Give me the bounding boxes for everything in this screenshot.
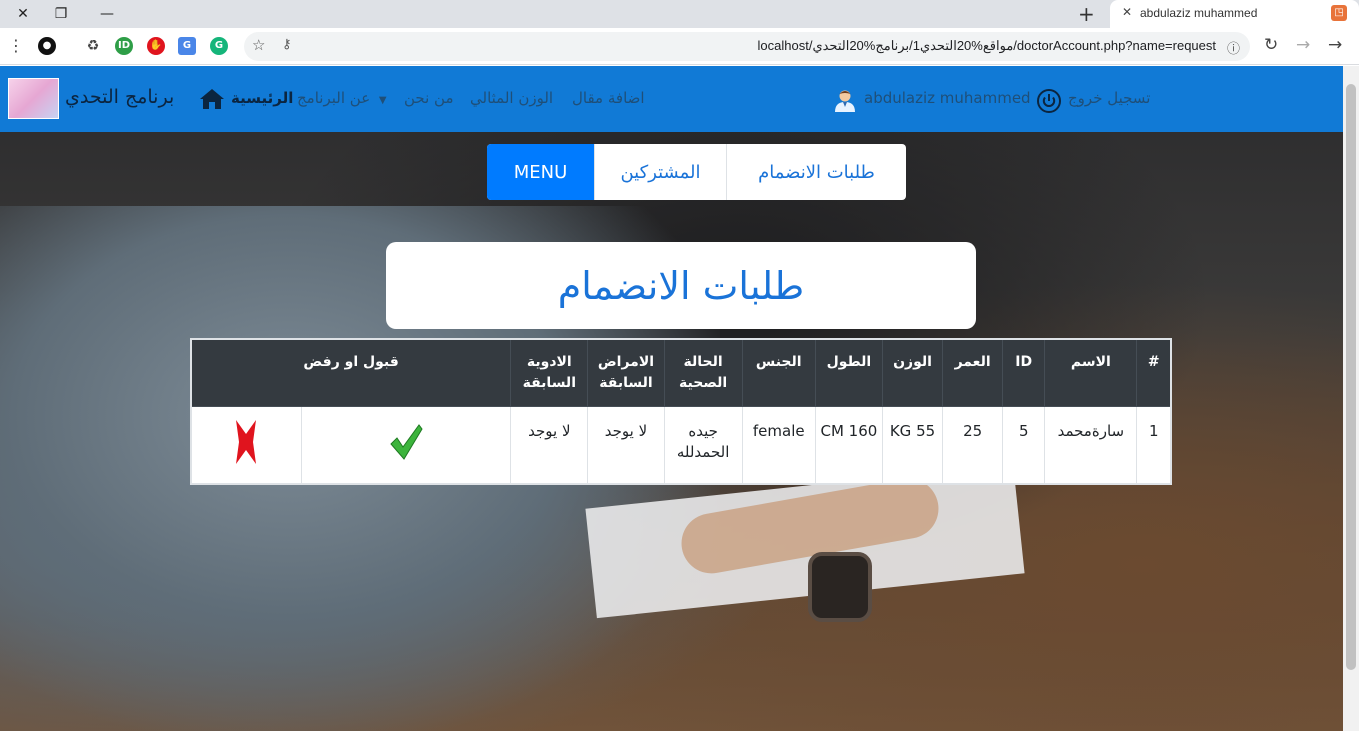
extension-adblock-icon[interactable]: ✋ xyxy=(147,37,165,55)
cell-medicines: لا يوجد xyxy=(510,405,589,485)
reject-x-icon[interactable] xyxy=(233,418,259,466)
nav-ideal-weight[interactable]: الوزن المثالي xyxy=(470,89,553,107)
extension-recycle-icon[interactable]: ♻ xyxy=(84,37,102,55)
page-title: طلبات الانضمام xyxy=(557,263,805,308)
extension-translate-icon[interactable]: G xyxy=(178,37,196,55)
cell-diseases: لا يوجد xyxy=(587,405,665,485)
home-icon[interactable] xyxy=(199,88,225,110)
cell-name: سارةمحمد xyxy=(1044,405,1138,485)
cell-num: 1 xyxy=(1136,405,1172,485)
header-decision: قبول او رفض xyxy=(190,338,512,407)
back-icon[interactable]: → xyxy=(1328,35,1342,55)
header-age: العمر xyxy=(942,338,1004,407)
nav-about-dropdown[interactable]: عن البرنامج ▼ xyxy=(297,89,387,107)
password-key-icon[interactable]: ⚷ xyxy=(282,37,292,52)
browser-tab-bar: ✕ ❐ — + ✕ abdulaziz muhammed ◳ xyxy=(0,0,1359,28)
nav-home[interactable]: الرئيسية xyxy=(231,89,293,107)
extension-idm-icon[interactable]: ID xyxy=(115,37,133,55)
header-num: # xyxy=(1136,338,1172,407)
page-content: برنامج التحدي الرئيسية عن البرنامج ▼ من … xyxy=(0,66,1343,731)
tab-join-requests[interactable]: طلبات الانضمام xyxy=(726,144,906,200)
header-id: ID xyxy=(1002,338,1046,407)
background-watch xyxy=(808,552,872,622)
nav-user[interactable]: abdulaziz muhammed xyxy=(864,89,1031,107)
address-bar[interactable]: ☆ ⚷ localhost/مواقع%20التحدي1/برنامج%20ا… xyxy=(244,32,1250,61)
bookmark-star-icon[interactable]: ☆ xyxy=(252,36,265,54)
cell-age: 25 xyxy=(942,405,1004,485)
browser-toolbar: ⋮ ● ♻ ID ✋ G G ☆ ⚷ localhost/مواقع%20الت… xyxy=(0,28,1359,65)
caret-down-icon: ▼ xyxy=(378,95,387,106)
nav-who[interactable]: من نحن xyxy=(404,89,454,107)
nav-about-label: عن البرنامج xyxy=(297,89,371,107)
accept-check-icon[interactable] xyxy=(389,423,423,461)
tab-favicon-icon: ◳ xyxy=(1331,5,1347,21)
table-header-row: # الاسم ID العمر الوزن الطول الجنس الحال… xyxy=(190,338,1172,407)
power-icon[interactable] xyxy=(1036,88,1062,114)
doctor-avatar-icon xyxy=(835,90,855,112)
nav-logout[interactable]: تسجيل خروج xyxy=(1068,89,1150,107)
header-name: الاسم xyxy=(1044,338,1138,407)
menu-button[interactable]: MENU xyxy=(487,144,594,200)
page-scrollbar[interactable] xyxy=(1343,66,1359,731)
reload-icon[interactable]: ↻ xyxy=(1264,35,1278,55)
header-height: الطول xyxy=(814,338,883,407)
page-title-box: طلبات الانضمام xyxy=(386,242,976,329)
reject-cell xyxy=(190,405,302,485)
url-text[interactable]: localhost/مواقع%20التحدي1/برنامج%20التحد… xyxy=(758,38,1216,54)
cell-id: 5 xyxy=(1002,405,1046,485)
header-health: الحالة الصحية xyxy=(663,338,743,407)
nav-add-article[interactable]: اضافة مقال xyxy=(572,89,645,107)
header-medicines: الادوية السابقة xyxy=(510,338,589,407)
table-row: 1 سارةمحمد 5 25 55 KG 160 CM female جيده… xyxy=(190,405,1172,485)
minimize-window-icon[interactable]: — xyxy=(84,0,130,28)
tab-close-icon[interactable]: ✕ xyxy=(1122,5,1132,19)
menu-tabs: MENU المشتركين طلبات الانضمام xyxy=(487,144,906,200)
cell-health: جيده الحمدلله xyxy=(663,405,743,485)
scrollbar-thumb[interactable] xyxy=(1346,84,1356,670)
brand-logo[interactable] xyxy=(8,78,59,119)
cell-height: 160 CM xyxy=(814,405,883,485)
site-info-icon[interactable]: ⓘ xyxy=(1227,38,1240,57)
cell-weight: 55 KG xyxy=(881,405,944,485)
navbar: برنامج التحدي الرئيسية عن البرنامج ▼ من … xyxy=(0,66,1343,132)
requests-table: # الاسم ID العمر الوزن الطول الجنس الحال… xyxy=(190,338,1172,485)
browser-menu-icon[interactable]: ⋮ xyxy=(8,36,24,55)
tab-title: abdulaziz muhammed xyxy=(1140,6,1258,20)
header-diseases: الامراض السابقة xyxy=(587,338,665,407)
cell-gender: female xyxy=(741,405,816,485)
header-weight: الوزن xyxy=(881,338,944,407)
browser-tab[interactable]: ✕ abdulaziz muhammed ◳ xyxy=(1110,0,1359,28)
restore-window-icon[interactable]: ❐ xyxy=(38,0,84,28)
extension-grammarly-icon[interactable]: G xyxy=(210,37,228,55)
tab-subscribers[interactable]: المشتركين xyxy=(594,144,726,200)
new-tab-icon[interactable]: + xyxy=(1078,2,1095,26)
brand-title[interactable]: برنامج التحدي xyxy=(65,86,174,108)
accept-cell xyxy=(300,405,512,485)
extension-dark-icon[interactable]: ● xyxy=(38,37,56,55)
forward-icon[interactable]: → xyxy=(1296,35,1310,55)
header-gender: الجنس xyxy=(741,338,816,407)
